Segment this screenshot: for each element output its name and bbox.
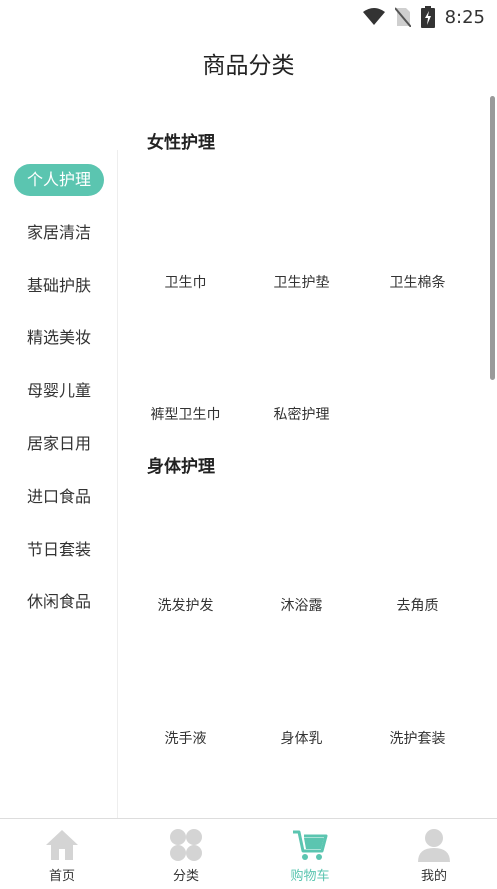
- status-bar: 8:25: [0, 0, 497, 34]
- category-item[interactable]: 卫生巾: [127, 272, 244, 292]
- sidebar-item-holiday-sets[interactable]: 节日套装: [14, 534, 104, 566]
- category-item[interactable]: 身体乳: [243, 728, 360, 748]
- tab-cart[interactable]: 购物车: [248, 819, 372, 889]
- category-item[interactable]: 卫生护垫: [243, 272, 360, 292]
- tab-home[interactable]: 首页: [0, 819, 124, 889]
- user-icon: [418, 829, 450, 862]
- sidebar-item-home-cleaning[interactable]: 家居清洁: [14, 217, 104, 249]
- cart-icon: [293, 830, 328, 860]
- sidebar-item-imported-food[interactable]: 进口食品: [14, 481, 104, 513]
- no-sim-icon: [394, 7, 411, 27]
- category-item[interactable]: 裤型卫生巾: [127, 404, 244, 424]
- sidebar-item-personal-care[interactable]: 个人护理: [14, 164, 104, 196]
- section-title-feminine-care: 女性护理: [147, 133, 215, 153]
- tab-profile[interactable]: 我的: [372, 819, 496, 889]
- battery-charging-icon: [420, 6, 435, 28]
- category-item[interactable]: 私密护理: [243, 404, 360, 424]
- sidebar-item-mother-baby[interactable]: 母婴儿童: [14, 375, 104, 407]
- tab-label: 首页: [48, 869, 75, 884]
- status-icons: 8:25: [362, 6, 485, 28]
- category-content: 女性护理 卫生巾 卫生护垫 卫生棉条 裤型卫生巾 私密护理 身体护理 洗发护发 …: [118, 110, 497, 818]
- sidebar-item-basic-skincare[interactable]: 基础护肤: [14, 270, 104, 302]
- category-item[interactable]: 洗手液: [127, 728, 244, 748]
- sidebar-item-makeup[interactable]: 精选美妆: [14, 322, 104, 354]
- home-icon: [46, 830, 78, 860]
- category-sidebar: 个人护理 家居清洁 基础护肤 精选美妆 母婴儿童 居家日用 进口食品 节日套装 …: [0, 150, 118, 818]
- bottom-tab-bar: 首页 分类 购物车 我的: [0, 818, 497, 889]
- category-item[interactable]: 卫生棉条: [359, 272, 476, 292]
- category-item[interactable]: 洗发护发: [127, 595, 244, 615]
- sidebar-item-household[interactable]: 居家日用: [14, 428, 104, 460]
- category-icon: [170, 829, 202, 861]
- section-title-body-care: 身体护理: [147, 457, 215, 477]
- page-title: 商品分类: [202, 53, 295, 79]
- category-item[interactable]: 洗护套装: [359, 728, 476, 748]
- sidebar-item-snacks[interactable]: 休闲食品: [14, 586, 104, 618]
- tab-category[interactable]: 分类: [124, 819, 248, 889]
- status-time: 8:25: [444, 6, 485, 28]
- tab-label: 购物车: [290, 869, 330, 884]
- wifi-icon: [362, 8, 385, 25]
- category-item[interactable]: 去角质: [359, 595, 476, 615]
- tab-label: 我的: [420, 869, 447, 884]
- category-item[interactable]: 沐浴露: [243, 595, 360, 615]
- tab-label: 分类: [172, 869, 199, 884]
